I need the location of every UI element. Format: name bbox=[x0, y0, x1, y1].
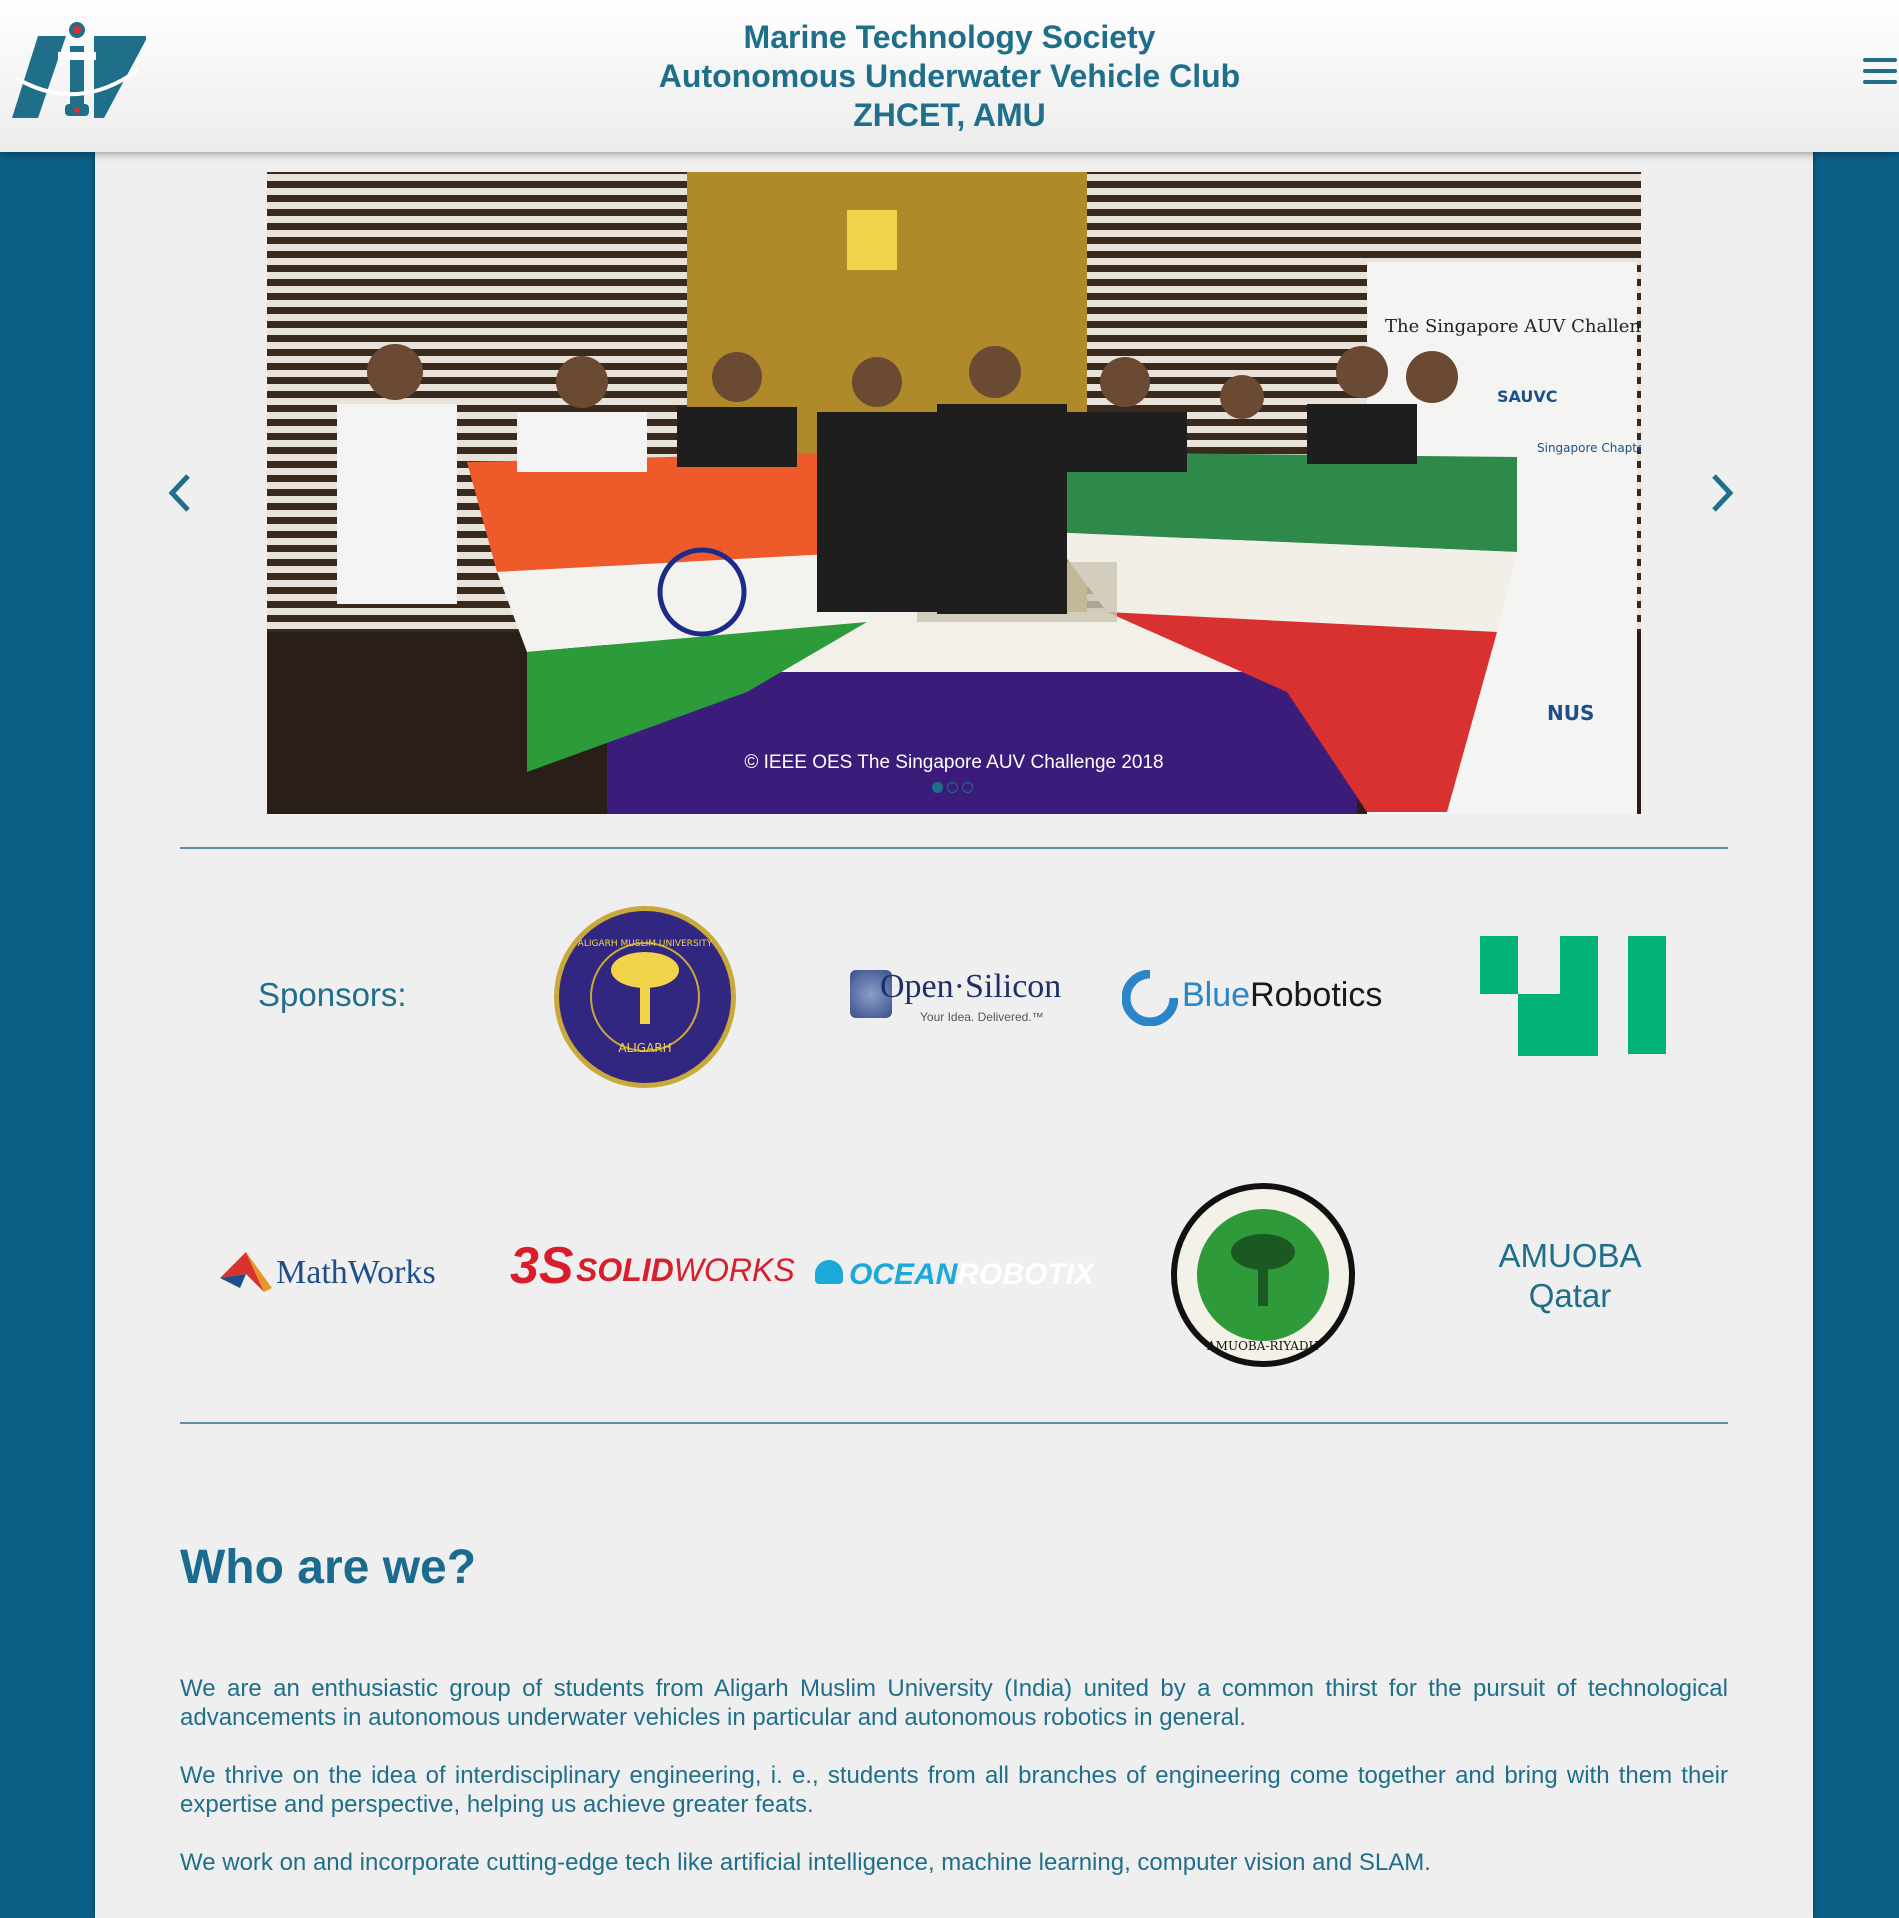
solidworks-name-a: SOLID bbox=[576, 1252, 674, 1288]
chevron-right-icon[interactable] bbox=[1702, 468, 1742, 518]
mathworks-name: MathWorks bbox=[276, 1254, 436, 1291]
ocean-robotix-name: OCEANROBOTIX bbox=[849, 1258, 1094, 1292]
blue-robotics-name-b: Robotics bbox=[1250, 976, 1383, 1014]
ocean-name-b: ROBOTIX bbox=[957, 1258, 1095, 1291]
carousel-dot-2[interactable] bbox=[947, 782, 958, 793]
amuoba-riyadh-logo[interactable]: AMUOBA-RIYADH bbox=[1170, 1182, 1356, 1368]
ocean-robotix-mark bbox=[815, 1260, 843, 1284]
amu-seal-logo[interactable]: ALIGARH MUSLIM UNIVERSITY ALIGARH bbox=[552, 904, 738, 1090]
banner-org-text: SAUVC bbox=[1497, 387, 1558, 406]
hamburger-menu-icon[interactable] bbox=[1859, 58, 1899, 90]
mathworks-membrane-icon bbox=[220, 1252, 272, 1292]
ds-mark: 3S bbox=[510, 1237, 574, 1295]
amu-seal-text: ALIGARH MUSLIM UNIVERSITY bbox=[578, 939, 713, 949]
sponsors-heading: Sponsors: bbox=[258, 976, 407, 1013]
open-silicon-logo[interactable]: Open·Silicon Your Idea. Delivered.™ bbox=[850, 968, 1062, 1024]
open-silicon-tagline: Your Idea. Delivered.™ bbox=[920, 1010, 1044, 1024]
photo-carousel[interactable]: The Singapore AUV Challenge 2018 SAUVC S… bbox=[267, 172, 1641, 814]
carousel-dot-3[interactable] bbox=[962, 782, 973, 793]
open-silicon-name: Open·Silicon bbox=[880, 968, 1062, 1005]
title-line-1: Marine Technology Society bbox=[743, 19, 1156, 55]
amu-seal-city: ALIGARH bbox=[618, 1041, 671, 1055]
amuoba-riyadh-text: AMUOBA-RIYADH bbox=[1206, 1339, 1319, 1353]
divider-bottom bbox=[180, 1422, 1728, 1424]
site-title[interactable]: Marine Technology Society Autonomous Und… bbox=[0, 18, 1899, 135]
ni-logo[interactable] bbox=[1480, 936, 1666, 1056]
divider-top bbox=[180, 847, 1728, 849]
banner-chapter-text: Singapore Chapter bbox=[1537, 441, 1641, 455]
title-line-3: ZHCET, AMU bbox=[853, 97, 1046, 133]
about-paragraph-3: We work on and incorporate cutting-edge … bbox=[180, 1849, 1431, 1876]
ocean-name-a: OCEAN bbox=[849, 1258, 958, 1291]
ocean-robotix-logo[interactable]: OCEANROBOTIX bbox=[815, 1254, 1095, 1298]
banner-sponsor-text: NUS bbox=[1547, 701, 1594, 725]
carousel-caption: © IEEE OES The Singapore AUV Challenge 2… bbox=[744, 752, 1164, 773]
about-paragraph-1: We are an enthusiastic group of students… bbox=[180, 1675, 1728, 1731]
about-paragraph-2: We thrive on the idea of interdisciplina… bbox=[180, 1762, 1728, 1818]
amuoba-qatar-line-2: Qatar bbox=[1528, 1277, 1612, 1314]
carousel-dot-1[interactable] bbox=[932, 782, 943, 793]
about-heading: Who are we? bbox=[180, 1541, 477, 1594]
solidworks-logo[interactable]: 3S SOLIDWORKS bbox=[510, 1236, 795, 1295]
mathworks-logo[interactable]: MathWorks bbox=[220, 1248, 460, 1298]
title-line-2: Autonomous Underwater Vehicle Club bbox=[658, 58, 1241, 94]
amuoba-qatar-sponsor[interactable]: AMUOBA Qatar bbox=[1460, 1236, 1680, 1316]
carousel-slide-image: The Singapore AUV Challenge 2018 SAUVC S… bbox=[267, 172, 1641, 814]
blue-robotics-name: BlueRobotics bbox=[1182, 976, 1382, 1015]
blue-robotics-name-a: Blue bbox=[1182, 976, 1251, 1014]
solidworks-name: SOLIDWORKS bbox=[576, 1252, 795, 1289]
solidworks-name-b: WORKS bbox=[673, 1252, 795, 1288]
site-header: Marine Technology Society Autonomous Und… bbox=[0, 0, 1899, 152]
blue-robotics-logo[interactable]: BlueRobotics bbox=[1122, 968, 1407, 1028]
carousel-dots bbox=[932, 782, 973, 793]
banner-title-text: The Singapore AUV Challenge 2018 bbox=[1385, 316, 1641, 337]
chevron-left-icon[interactable] bbox=[160, 468, 200, 518]
amuoba-qatar-line-1: AMUOBA bbox=[1498, 1237, 1642, 1274]
blue-robotics-mark bbox=[1122, 970, 1178, 1026]
